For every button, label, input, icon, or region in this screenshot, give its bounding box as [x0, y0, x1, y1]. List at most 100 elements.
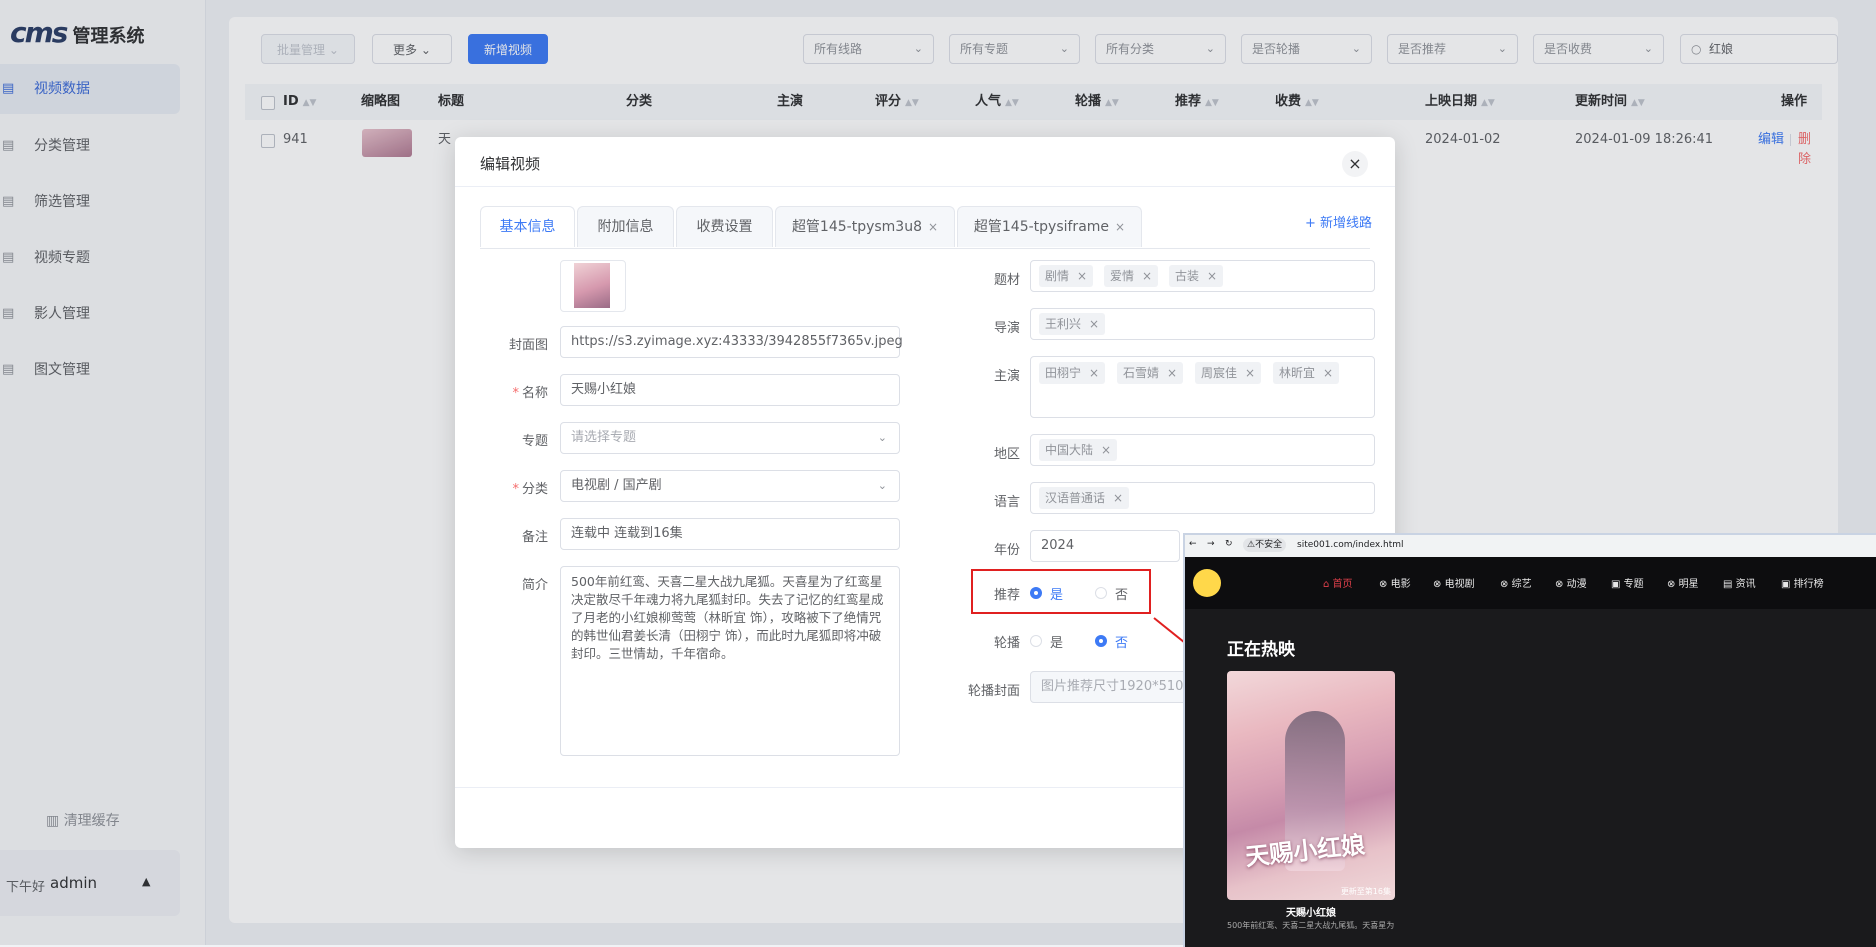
carousel-no-label[interactable]: 否	[1115, 632, 1128, 651]
close-icon[interactable]: ×	[1115, 220, 1125, 234]
chevron-down-icon: ⌄	[877, 479, 887, 492]
tab-line-iframe[interactable]: 超管145-tpysiframe ×	[957, 206, 1142, 247]
tag: 田栩宁 ×	[1039, 362, 1106, 384]
security-chip[interactable]: ⚠不安全	[1243, 538, 1287, 552]
theme-tag-input[interactable]: 剧情 × 爱情 × 古装 ×	[1030, 260, 1375, 292]
name-input[interactable]: 天赐小红娘	[560, 374, 900, 406]
tab-payment-settings[interactable]: 收费设置	[676, 206, 773, 247]
nav-label: 电视剧	[1444, 579, 1475, 590]
anime-icon: ⊗	[1555, 579, 1564, 590]
film-icon: ⊗	[1379, 579, 1388, 590]
variety-icon: ⊗	[1500, 579, 1509, 590]
recommend-no-radio[interactable]	[1095, 587, 1107, 599]
card-description: 500年前红鸾、天喜二星大战九尾狐。天喜星为了...	[1227, 921, 1395, 930]
url-text[interactable]: site001.com/index.html	[1297, 540, 1404, 550]
close-icon[interactable]: ×	[1113, 491, 1123, 505]
tag-label: 中国大陆	[1045, 443, 1094, 457]
home-icon: ⌂	[1323, 579, 1330, 590]
back-icon[interactable]: ←	[1189, 539, 1197, 549]
tag-label: 石雪婧	[1123, 366, 1160, 380]
recommend-label: 推荐	[993, 588, 1020, 603]
topic-label: 专题	[521, 434, 548, 449]
reload-icon[interactable]: ↻	[1225, 539, 1233, 549]
recommend-yes-radio[interactable]	[1030, 587, 1042, 599]
close-icon[interactable]: ×	[1089, 317, 1099, 331]
tag-label: 田栩宁	[1045, 366, 1082, 380]
cover-label: 封面图	[508, 338, 548, 353]
poster-title-art: 天赐小红娘	[1244, 829, 1367, 872]
site-nav-movie[interactable]: ⊗ 电影	[1379, 575, 1411, 590]
recommend-no-label[interactable]: 否	[1115, 584, 1128, 603]
site-navbar: ⌂ 首页 ⊗ 电影 ⊗ 电视剧 ⊗ 综艺 ⊗ 动漫 ▣ 专题 ⊗ 明星 ▤ 资讯…	[1185, 557, 1876, 609]
news-icon: ▤	[1723, 579, 1733, 590]
carousel-cover-label: 轮播封面	[967, 684, 1020, 699]
close-icon[interactable]: ×	[1167, 366, 1177, 380]
nav-label: 综艺	[1511, 579, 1532, 590]
close-icon[interactable]: ×	[928, 220, 938, 234]
cast-label: 主演	[993, 369, 1020, 384]
carousel-no-radio[interactable]	[1095, 635, 1107, 647]
tag-label: 汉语普通话	[1045, 491, 1106, 505]
required-mark: *	[512, 482, 519, 497]
tab-extra-info[interactable]: 附加信息	[577, 206, 674, 247]
region-tag-input[interactable]: 中国大陆 ×	[1030, 434, 1375, 466]
tag-label: 古装	[1175, 269, 1200, 283]
site-nav-tv[interactable]: ⊗ 电视剧	[1433, 575, 1475, 590]
close-icon[interactable]: ×	[1142, 269, 1152, 283]
tab-line-m3u8[interactable]: 超管145-tpysm3u8 ×	[775, 206, 955, 247]
dialog-title: 编辑视频	[480, 155, 541, 173]
site-nav-topic[interactable]: ▣ 专题	[1611, 575, 1644, 590]
category-value: 电视剧 / 国产剧	[571, 478, 662, 493]
close-icon[interactable]: ×	[1323, 366, 1333, 380]
cover-url-input[interactable]: https://s3.zyimage.xyz:43333/3942855f736…	[560, 326, 903, 358]
category-select[interactable]: 电视剧 / 国产剧 ⌄	[560, 470, 900, 502]
recommend-yes-label[interactable]: 是	[1050, 584, 1063, 603]
tag: 王利兴 ×	[1039, 313, 1106, 335]
cast-tag-input[interactable]: 田栩宁 × 石雪婧 × 周宸佳 × 林昕宜 ×	[1030, 356, 1375, 418]
site-logo[interactable]	[1193, 569, 1221, 597]
nav-label: 明星	[1678, 579, 1699, 590]
forward-icon[interactable]: →	[1207, 539, 1215, 549]
site-nav-star[interactable]: ⊗ 明星	[1667, 575, 1699, 590]
topic-placeholder: 请选择专题	[571, 430, 637, 445]
tag-label: 爱情	[1110, 269, 1135, 283]
language-label: 语言	[993, 495, 1020, 510]
close-icon[interactable]: ×	[1101, 443, 1111, 457]
carousel-yes-radio[interactable]	[1030, 635, 1042, 647]
tab-basic-info[interactable]: 基本信息	[480, 206, 575, 247]
site-nav-variety[interactable]: ⊗ 综艺	[1500, 575, 1532, 590]
tag-label: 周宸佳	[1201, 366, 1238, 380]
card-title[interactable]: 天赐小红娘	[1227, 904, 1395, 919]
close-icon[interactable]: ×	[1077, 269, 1087, 283]
year-input[interactable]: 2024	[1030, 530, 1180, 562]
close-icon[interactable]: ×	[1207, 269, 1217, 283]
topic-select[interactable]: 请选择专题 ⌄	[560, 422, 900, 454]
intro-textarea[interactable]: 500年前红鸾、天喜二星大战九尾狐。天喜星为了红鸾星决定散尽千年魂力将九尾狐封印…	[560, 566, 900, 756]
tag-label: 林昕宜	[1279, 366, 1316, 380]
site-nav-news[interactable]: ▤ 资讯	[1723, 575, 1756, 590]
language-tag-input[interactable]: 汉语普通话 ×	[1030, 482, 1375, 514]
note-label: 备注	[521, 530, 548, 545]
poster-badge: 更新至第16集	[1340, 887, 1391, 896]
add-line-button[interactable]: + 新增线路	[1305, 212, 1372, 231]
tag: 汉语普通话 ×	[1039, 487, 1130, 509]
star-icon: ⊗	[1667, 579, 1676, 590]
close-icon[interactable]: ×	[1342, 151, 1368, 177]
chevron-down-icon: ⌄	[877, 431, 887, 444]
section-title: 正在热映	[1227, 640, 1295, 660]
close-icon[interactable]: ×	[1089, 366, 1099, 380]
cover-preview[interactable]	[560, 260, 626, 312]
tag: 古装 ×	[1169, 265, 1224, 287]
close-icon[interactable]: ×	[1245, 366, 1255, 380]
note-input[interactable]: 连载中 连载到16集	[560, 518, 900, 550]
tag: 林昕宜 ×	[1273, 362, 1340, 384]
nav-label: 首页	[1332, 579, 1353, 590]
carousel-yes-label[interactable]: 是	[1050, 632, 1063, 651]
divider	[455, 186, 1395, 187]
poster-image[interactable]: 天赐小红娘 更新至第16集	[1227, 671, 1395, 900]
carousel-label: 轮播	[993, 636, 1020, 651]
site-nav-home[interactable]: ⌂ 首页	[1323, 575, 1353, 590]
director-tag-input[interactable]: 王利兴 ×	[1030, 308, 1375, 340]
site-nav-ranking[interactable]: ▣ 排行榜	[1781, 575, 1824, 590]
site-nav-anime[interactable]: ⊗ 动漫	[1555, 575, 1587, 590]
